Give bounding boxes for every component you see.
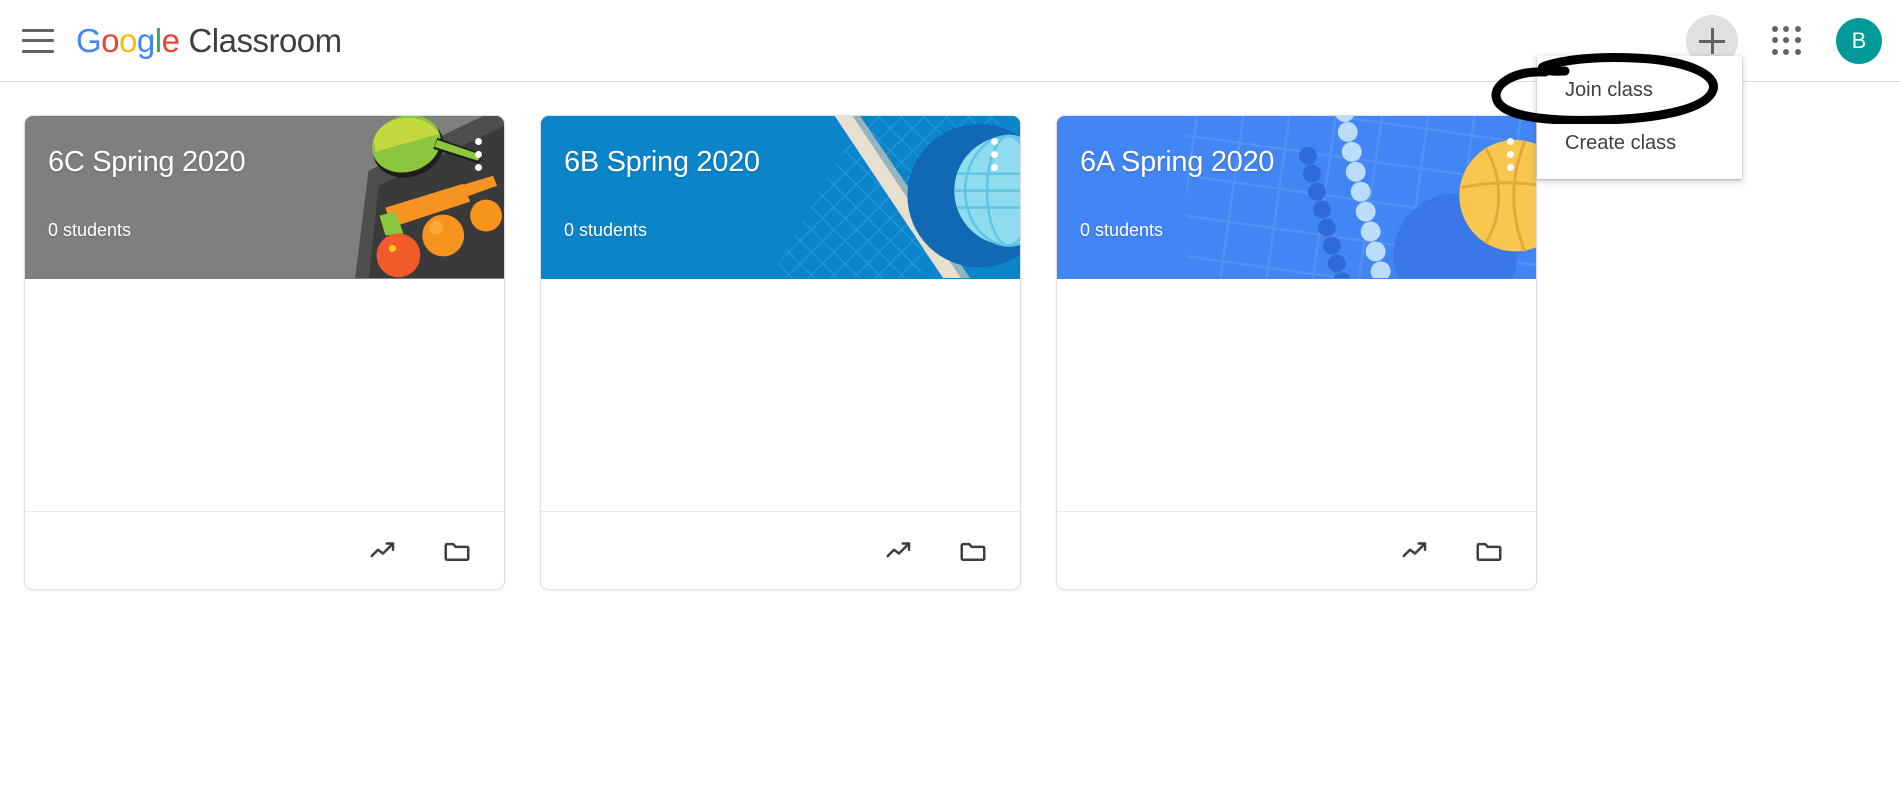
card-student-count: 0 students bbox=[564, 220, 648, 240]
card-body bbox=[25, 279, 504, 511]
apps-grid-icon[interactable] bbox=[1772, 26, 1802, 56]
card-header-banner: 6A Spring 2020 0 students bbox=[1057, 116, 1536, 279]
folder-icon[interactable] bbox=[1472, 534, 1506, 568]
card-header-banner: 6C Spring 2020 0 students bbox=[25, 116, 504, 279]
card-footer bbox=[25, 511, 504, 589]
trending-up-icon[interactable] bbox=[882, 534, 916, 568]
google-wordmark: Google bbox=[76, 21, 180, 60]
card-title: 6C Spring 2020 bbox=[48, 146, 246, 178]
card-body bbox=[541, 279, 1020, 511]
class-card[interactable]: 6C Spring 2020 0 students bbox=[24, 115, 505, 590]
folder-icon[interactable] bbox=[956, 534, 990, 568]
card-student-count: 0 students bbox=[48, 220, 132, 240]
logo-letter-g1: G bbox=[76, 21, 102, 59]
logo-letter-e: e bbox=[161, 21, 180, 59]
class-card[interactable]: 6B Spring 2020 0 students bbox=[540, 115, 1021, 590]
logo-letter-l: l bbox=[154, 21, 162, 59]
trending-up-icon[interactable] bbox=[1398, 534, 1432, 568]
more-options-icon[interactable] bbox=[1506, 138, 1514, 171]
hamburger-bar bbox=[22, 39, 54, 42]
card-title: 6B Spring 2020 bbox=[564, 146, 760, 178]
hamburger-menu-icon[interactable] bbox=[22, 28, 54, 53]
menu-item-join-class[interactable]: Join class bbox=[1537, 64, 1742, 117]
hamburger-bar bbox=[22, 28, 54, 32]
menu-item-create-class[interactable]: Create class bbox=[1537, 117, 1742, 170]
volleyball-net-icon bbox=[1057, 116, 1536, 279]
card-student-count: 0 students bbox=[1080, 220, 1164, 240]
more-options-icon[interactable] bbox=[990, 138, 998, 171]
hamburger-bar bbox=[22, 49, 54, 53]
card-header-banner: 6B Spring 2020 0 students bbox=[541, 116, 1020, 279]
logo-letter-o2: o bbox=[119, 21, 137, 59]
trending-up-icon[interactable] bbox=[366, 534, 400, 568]
card-footer bbox=[1057, 511, 1536, 589]
brand-logo[interactable]: Google Classroom bbox=[76, 22, 342, 60]
add-class-dropdown-menu: Join class Create class bbox=[1537, 56, 1742, 179]
ping-pong-paddle-icon bbox=[355, 116, 504, 279]
plus-icon bbox=[1699, 28, 1725, 54]
tennis-racket-net-icon bbox=[541, 116, 1020, 279]
card-body bbox=[1057, 279, 1536, 511]
class-cards-grid: 6C Spring 2020 0 students 6B Spring 2020… bbox=[24, 115, 1537, 590]
logo-letter-g2: g bbox=[136, 21, 155, 59]
folder-icon[interactable] bbox=[440, 534, 474, 568]
card-footer bbox=[541, 511, 1020, 589]
product-name: Classroom bbox=[188, 21, 342, 59]
card-title: 6A Spring 2020 bbox=[1080, 146, 1275, 178]
avatar[interactable]: B bbox=[1836, 18, 1882, 64]
logo-letter-o1: o bbox=[101, 21, 120, 59]
more-options-icon[interactable] bbox=[474, 138, 482, 171]
class-card[interactable]: 6A Spring 2020 0 students bbox=[1056, 115, 1537, 590]
